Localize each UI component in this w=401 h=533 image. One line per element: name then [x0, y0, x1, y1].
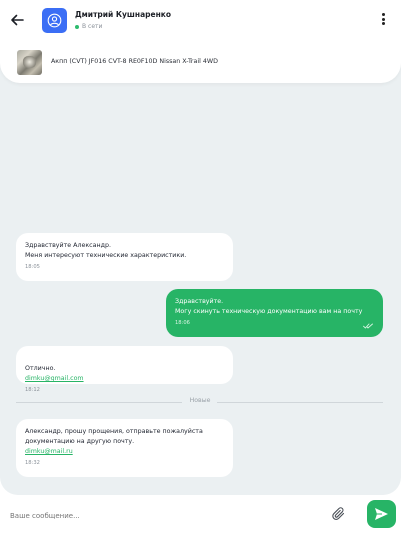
- message-text: Здравствуйте. Могу скинуть техническую д…: [175, 298, 363, 315]
- send-icon: [375, 508, 388, 520]
- email-link[interactable]: dimku@gmail.com: [25, 375, 84, 382]
- double-check-icon: [363, 323, 373, 329]
- product-thumbnail: [17, 50, 42, 75]
- status-dot-icon: [75, 24, 79, 29]
- message-time: 18:05: [25, 264, 40, 270]
- divider-line: [16, 402, 182, 403]
- arrow-left-icon[interactable]: [8, 11, 26, 29]
- message-time: 18:12: [25, 387, 40, 393]
- more-vertical-icon[interactable]: [378, 13, 388, 29]
- email-link[interactable]: dimku@mail.ru: [25, 448, 73, 455]
- message-incoming: Отлично. dimku@gmail.com 18:12: [16, 346, 233, 393]
- message-input[interactable]: [10, 510, 310, 522]
- message-time: 18:06: [175, 320, 190, 326]
- paperclip-icon[interactable]: [332, 507, 346, 521]
- message-incoming: Здравствуйте Александр. Меня интересуют …: [16, 233, 233, 281]
- contact-name: Дмитрий Кушнаренко: [75, 10, 172, 19]
- chat-header: Дмитрий Кушнаренко В сети: [0, 0, 401, 41]
- online-status: В сети: [75, 23, 102, 30]
- message-time: 18:32: [25, 460, 40, 466]
- message-text: Александр, прошу прощения, отправьте пож…: [25, 428, 203, 445]
- send-button[interactable]: [367, 500, 396, 528]
- message-text: Отлично.: [25, 365, 56, 372]
- user-icon: [47, 13, 62, 28]
- divider-line: [217, 402, 383, 403]
- product-title: Акпп (CVT) JF016 CVT-8 RE0F10D Nissan X-…: [51, 58, 218, 65]
- divider-label: Новые: [189, 397, 211, 404]
- message-text: Здравствуйте Александр. Меня интересуют …: [25, 242, 187, 259]
- avatar[interactable]: [42, 8, 67, 33]
- message-outgoing: Здравствуйте. Могу скинуть техническую д…: [166, 289, 383, 337]
- status-text: В сети: [82, 23, 103, 30]
- message-incoming: Александр, прошу прощения, отправьте пож…: [16, 419, 233, 477]
- new-messages-divider: Новые: [16, 397, 383, 407]
